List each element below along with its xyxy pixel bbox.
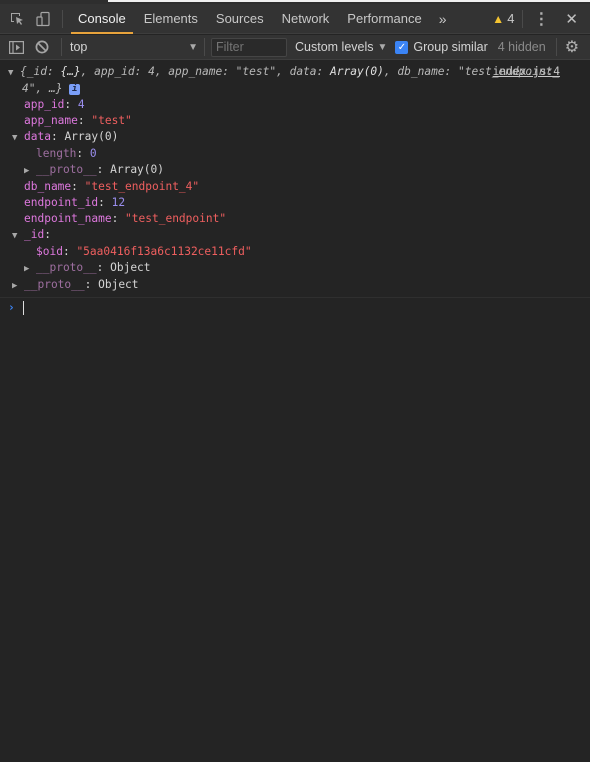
device-toolbar-icon[interactable] [30,6,56,32]
prop-endpoint-name: endpoint_name: "test_endpoint" [24,212,227,225]
prop-data-length: length: 0 [36,147,97,160]
expand-triangle-icon[interactable]: ▶ [24,261,36,277]
devtools-tabbar: Console Elements Sources Network Perform… [0,4,590,34]
console-toolbar: top ▼ Custom levels ▼ ✓ Group similar 4 … [0,35,590,60]
tab-label: Elements [143,11,198,26]
dropdown-arrow-icon: ▼ [188,41,198,53]
context-value: top [70,40,88,54]
checkmark-icon[interactable]: ✓ [395,40,409,54]
expand-triangle-icon[interactable]: ▼ [8,65,20,81]
show-sidebar-icon[interactable] [3,34,29,60]
log-levels-dropdown[interactable]: Custom levels ▼ [295,40,387,54]
hidden-count: 4 hidden [497,40,546,54]
console-prompt[interactable]: › [0,298,590,318]
object-summary-cont: 4", …} i [22,81,582,97]
levels-label: Custom levels [295,40,374,54]
tab-sources[interactable]: Sources [207,4,273,34]
prop-id[interactable]: ▼ _id: [12,227,582,244]
warning-triangle-icon: ▲ [492,11,505,26]
prop-id-proto[interactable]: ▶ __proto__: Object [22,260,582,277]
gear-icon[interactable]: ⚙ [559,37,585,57]
expand-triangle-icon[interactable]: ▼ [12,130,24,146]
object-summary[interactable]: ▼ {_id: {…}, app_id: 4, app_name: "test",… [8,64,582,81]
text-caret [22,301,24,315]
group-similar-checkbox[interactable]: ✓ Group similar [395,40,488,54]
more-tabs-button[interactable]: » [431,11,455,27]
dropdown-arrow-icon: ▼ [377,41,388,53]
expand-triangle-icon[interactable]: ▶ [12,278,24,294]
tab-label: Sources [215,11,264,26]
divider [62,9,63,28]
more-options-icon[interactable]: ⋮ [523,9,559,29]
expand-triangle-icon[interactable]: ▶ [24,163,36,179]
divider [555,38,557,56]
divider [204,38,205,56]
tab-console[interactable]: Console [69,4,135,34]
prop-app-id: app_id: 4 [24,98,85,111]
context-selector[interactable]: top ▼ [66,40,204,54]
prop-data[interactable]: ▼ data: Array(0) [12,129,582,146]
prop-endpoint-id: endpoint_id: 12 [24,196,126,209]
filter-input[interactable] [211,37,287,57]
tab-network[interactable]: Network [273,4,339,34]
tab-performance[interactable]: Performance [338,4,430,34]
close-icon[interactable]: ✕ [559,10,590,28]
tab-label: Console [78,11,126,26]
divider [61,38,62,56]
tab-label: Network [281,11,330,26]
prop-db-name: db_name: "test_endpoint_4" [24,180,200,193]
prop-app-name: app_name: "test" [24,114,132,127]
tab-label: Performance [347,11,422,26]
prop-data-proto[interactable]: ▶ __proto__: Array(0) [22,162,582,179]
expand-triangle-icon[interactable]: ▼ [12,228,24,244]
warnings-counter[interactable]: ▲ 4 [484,11,522,26]
prop-id-oid: $oid: "5aa0416f13a6c1132ce11cfd" [36,245,252,258]
prop-proto[interactable]: ▶ __proto__: Object [12,277,582,294]
warning-count: 4 [507,11,515,26]
inspect-element-icon[interactable] [4,6,30,32]
tab-elements[interactable]: Elements [135,4,207,34]
info-icon[interactable]: i [69,83,81,95]
clear-console-icon[interactable] [29,34,55,60]
console-message: index.js:4 ▼ {_id: {…}, app_id: 4, app_na… [0,61,590,298]
group-similar-label: Group similar [413,40,488,54]
page-edge [108,0,590,2]
console-output: index.js:4 ▼ {_id: {…}, app_id: 4, app_na… [0,61,590,762]
prompt-chevron-icon: › [8,301,15,314]
